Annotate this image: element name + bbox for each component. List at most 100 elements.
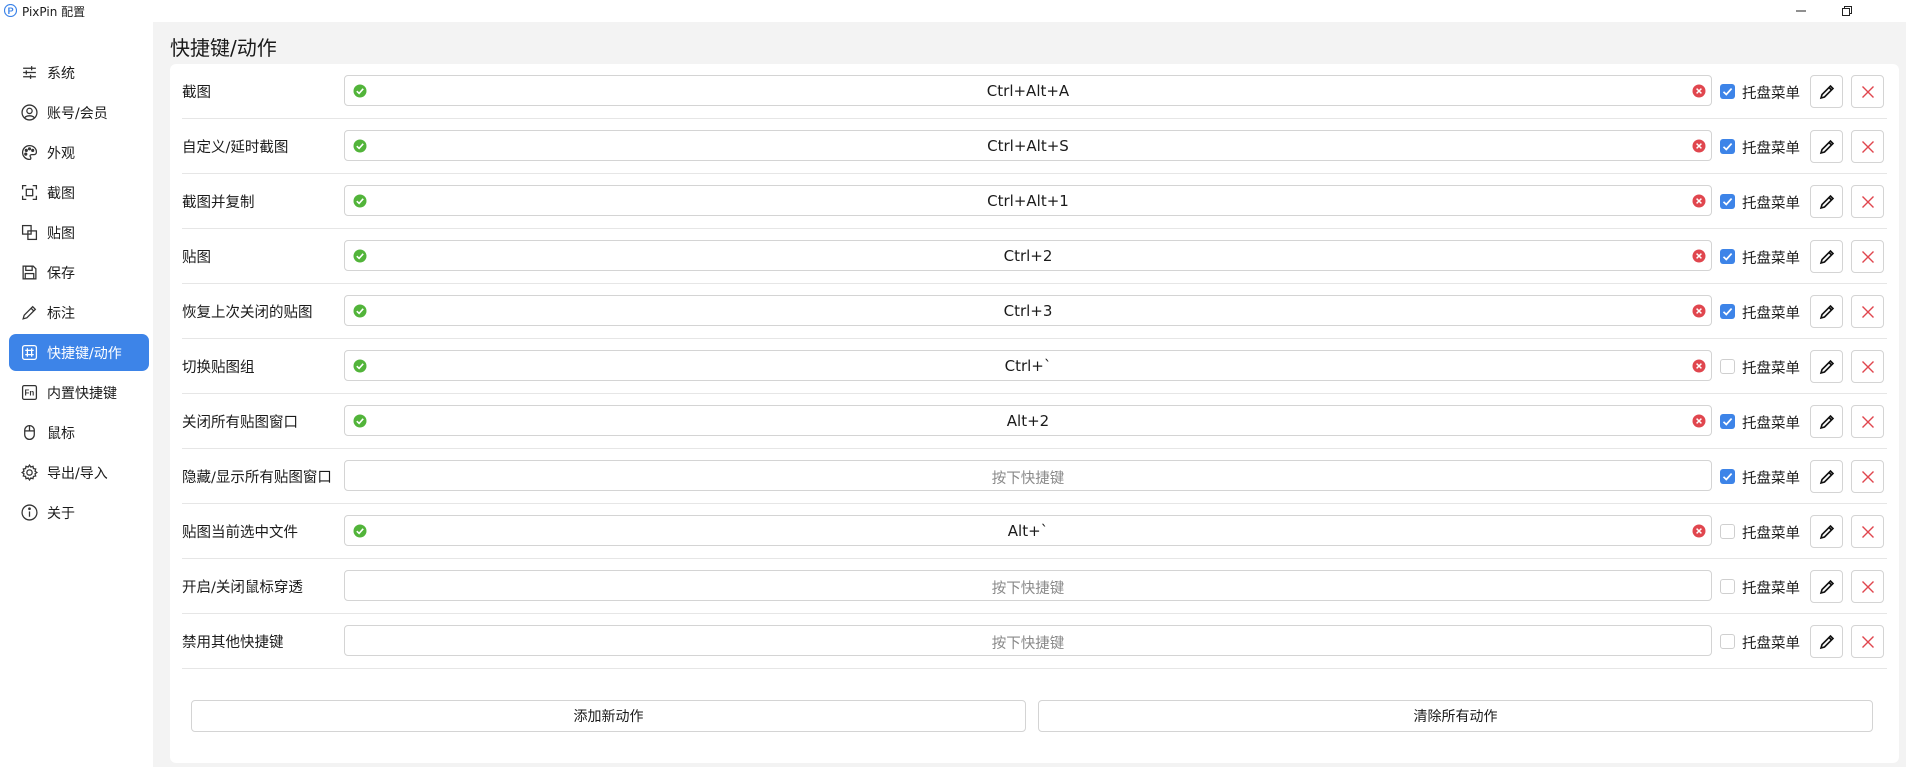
delete-action-button[interactable] [1851, 75, 1884, 108]
sidebar-item-pin[interactable]: 贴图 [9, 214, 149, 251]
tray-menu-checkbox[interactable] [1720, 524, 1735, 539]
delete-action-button[interactable] [1851, 185, 1884, 218]
clear-shortcut-icon[interactable] [1692, 414, 1706, 428]
tray-menu-label[interactable]: 托盘菜单 [1742, 247, 1800, 268]
edit-action-button[interactable] [1810, 75, 1843, 108]
shortcut-input[interactable]: Ctrl+` [344, 350, 1712, 381]
edit-action-button[interactable] [1810, 350, 1843, 383]
edit-action-button[interactable] [1810, 130, 1843, 163]
tray-menu-checkbox[interactable] [1720, 469, 1735, 484]
shortcut-input[interactable]: 按下快捷键 [344, 460, 1712, 491]
tray-menu-checkbox[interactable] [1720, 304, 1735, 319]
sidebar-item-account[interactable]: 账号/会员 [9, 94, 149, 131]
delete-action-button[interactable] [1851, 625, 1884, 658]
sidebar-item-label: 账号/会员 [47, 105, 108, 122]
sidebar-item-export-import[interactable]: 导出/导入 [9, 454, 149, 491]
shortcut-input[interactable]: Ctrl+2 [344, 240, 1712, 271]
sidebar-item-mouse[interactable]: 鼠标 [9, 414, 149, 451]
edit-action-button[interactable] [1810, 570, 1843, 603]
shortcut-input[interactable]: Alt+2 [344, 405, 1712, 436]
clear-shortcut-icon[interactable] [1692, 524, 1706, 538]
close-icon [1861, 305, 1874, 318]
tray-menu-checkbox[interactable] [1720, 249, 1735, 264]
clear-shortcut-icon[interactable] [1692, 359, 1706, 373]
shortcut-input[interactable]: 按下快捷键 [344, 570, 1712, 601]
pencil-icon [19, 303, 39, 323]
clear-shortcut-icon[interactable] [1692, 249, 1706, 263]
tray-menu-checkbox[interactable] [1720, 579, 1735, 594]
edit-action-button[interactable] [1810, 185, 1843, 218]
checkmark-icon [1722, 143, 1733, 151]
shortcut-input[interactable]: Alt+` [344, 515, 1712, 546]
tray-menu-checkbox[interactable] [1720, 194, 1735, 209]
shortcut-input[interactable]: Ctrl+3 [344, 295, 1712, 326]
close-icon [1861, 415, 1874, 428]
user-icon [19, 103, 39, 123]
add-action-button[interactable]: 添加新动作 [191, 700, 1026, 732]
delete-action-button[interactable] [1851, 570, 1884, 603]
tray-menu-label[interactable]: 托盘菜单 [1742, 412, 1800, 433]
edit-action-button[interactable] [1810, 240, 1843, 273]
pencil-icon [1819, 469, 1834, 484]
tray-menu-label[interactable]: 托盘菜单 [1742, 467, 1800, 488]
delete-action-button[interactable] [1851, 405, 1884, 438]
edit-action-button[interactable] [1810, 405, 1843, 438]
tray-menu-checkbox[interactable] [1720, 84, 1735, 99]
sidebar-item-about[interactable]: 关于 [9, 494, 149, 531]
delete-action-button[interactable] [1851, 240, 1884, 273]
delete-action-button[interactable] [1851, 515, 1884, 548]
clear-shortcut-icon[interactable] [1692, 84, 1706, 98]
pencil-icon [1819, 139, 1834, 154]
shortcut-input[interactable]: 按下快捷键 [344, 625, 1712, 656]
save-icon [19, 263, 39, 283]
delete-action-button[interactable] [1851, 350, 1884, 383]
sidebar-item-builtin-shortcuts[interactable]: Fn 内置快捷键 [9, 374, 149, 411]
tray-menu-label[interactable]: 托盘菜单 [1742, 82, 1800, 103]
sidebar-item-save[interactable]: 保存 [9, 254, 149, 291]
clear-shortcut-icon[interactable] [1692, 194, 1706, 208]
shortcut-input[interactable]: Ctrl+Alt+A [344, 75, 1712, 106]
row-divider [182, 668, 1887, 669]
tray-menu-label[interactable]: 托盘菜单 [1742, 357, 1800, 378]
tray-menu-label[interactable]: 托盘菜单 [1742, 577, 1800, 598]
shortcut-action-label: 禁用其他快捷键 [182, 635, 284, 651]
edit-action-button[interactable] [1810, 460, 1843, 493]
restore-button[interactable] [1824, 0, 1870, 22]
delete-action-button[interactable] [1851, 460, 1884, 493]
tray-menu-checkbox[interactable] [1720, 634, 1735, 649]
shortcut-value: Ctrl+` [1004, 357, 1052, 375]
tray-menu-checkbox[interactable] [1720, 359, 1735, 374]
minimize-button[interactable] [1778, 0, 1824, 22]
edit-action-button[interactable] [1810, 625, 1843, 658]
sidebar-item-screenshot[interactable]: 截图 [9, 174, 149, 211]
close-icon [1861, 635, 1874, 648]
clear-shortcut-icon[interactable] [1692, 139, 1706, 153]
delete-action-button[interactable] [1851, 295, 1884, 328]
sidebar-item-shortcuts[interactable]: 快捷键/动作 [9, 334, 149, 371]
shortcut-input[interactable]: Ctrl+Alt+1 [344, 185, 1712, 216]
shortcut-row: 截图 Ctrl+Alt+A 托盘菜单 [170, 64, 1899, 119]
edit-action-button[interactable] [1810, 515, 1843, 548]
shortcut-input[interactable]: Ctrl+Alt+S [344, 130, 1712, 161]
pencil-icon [1819, 579, 1834, 594]
delete-action-button[interactable] [1851, 130, 1884, 163]
tray-menu-checkbox[interactable] [1720, 414, 1735, 429]
tray-menu-checkbox[interactable] [1720, 139, 1735, 154]
tray-menu-label[interactable]: 托盘菜单 [1742, 632, 1800, 653]
sidebar-item-system[interactable]: 系统 [9, 54, 149, 91]
sidebar-item-appearance[interactable]: 外观 [9, 134, 149, 171]
pencil-icon [1819, 359, 1834, 374]
tray-menu-label[interactable]: 托盘菜单 [1742, 522, 1800, 543]
sidebar-item-label: 贴图 [47, 225, 75, 242]
tray-menu-label[interactable]: 托盘菜单 [1742, 192, 1800, 213]
sidebar-item-annotate[interactable]: 标注 [9, 294, 149, 331]
clear-all-actions-button[interactable]: 清除所有动作 [1038, 700, 1873, 732]
shortcut-row: 切换贴图组 Ctrl+` 托盘菜单 [170, 339, 1899, 394]
shortcut-action-label: 截图并复制 [182, 195, 255, 211]
tray-menu-label[interactable]: 托盘菜单 [1742, 137, 1800, 158]
close-icon [1861, 525, 1874, 538]
edit-action-button[interactable] [1810, 295, 1843, 328]
close-icon [1861, 360, 1874, 373]
clear-shortcut-icon[interactable] [1692, 304, 1706, 318]
tray-menu-label[interactable]: 托盘菜单 [1742, 302, 1800, 323]
